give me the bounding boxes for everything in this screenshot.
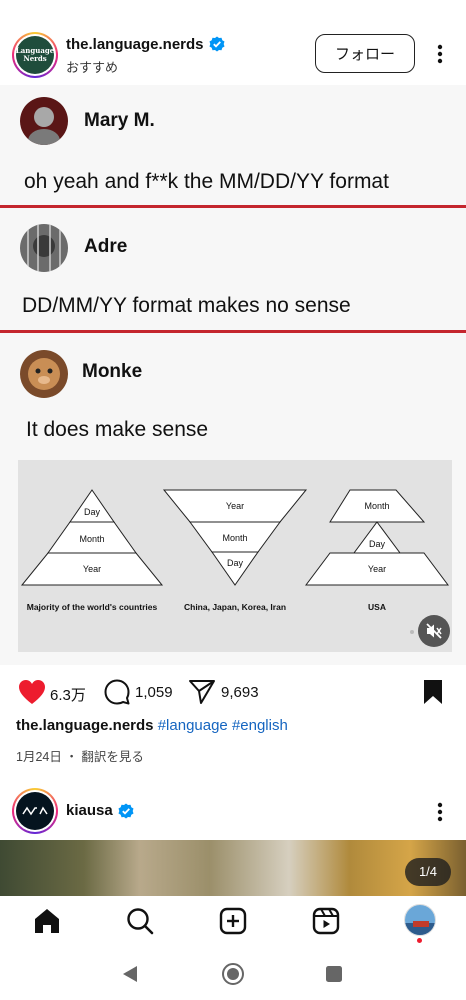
bottom-nav — [0, 896, 466, 948]
diagram-level: Month — [222, 533, 247, 543]
diagram-level: Day — [227, 558, 244, 568]
carousel-dot — [410, 630, 414, 634]
next-post-image[interactable] — [0, 840, 466, 896]
comment-card: Monke It does make sense — [0, 333, 466, 453]
diagram-level: Month — [79, 534, 104, 544]
post-header: Language Nerds the.language.nerds おすすめ フ… — [0, 26, 466, 82]
profile-icon[interactable] — [404, 904, 436, 936]
search-icon[interactable] — [125, 906, 155, 936]
diagram-caption: Majority of the world's countries — [27, 602, 158, 612]
comment-author: Adre — [84, 236, 128, 257]
diagram-level: Year — [368, 564, 386, 574]
avatar — [20, 224, 68, 272]
comment-count[interactable]: 1,059 — [135, 684, 173, 701]
kia-logo-icon — [22, 806, 48, 816]
mute-button[interactable] — [418, 615, 450, 647]
diagram-caption: China, Japan, Korea, Iran — [184, 602, 286, 612]
comment-text: oh yeah and f**k the MM/DD/YY format — [24, 170, 389, 193]
more-options-icon[interactable] — [430, 800, 450, 824]
comment-text: DD/MM/YY format makes no sense — [22, 294, 351, 317]
caption-username[interactable]: the.language.nerds — [16, 717, 154, 734]
more-options-icon[interactable] — [430, 42, 450, 66]
home-icon[interactable] — [32, 906, 62, 936]
account-avatar[interactable] — [12, 788, 58, 834]
heart-filled-icon[interactable] — [18, 679, 46, 705]
create-icon[interactable] — [218, 906, 248, 936]
post-image[interactable]: Mary M. oh yeah and f**k the MM/DD/YY fo… — [0, 85, 466, 665]
back-icon[interactable] — [121, 964, 139, 984]
account-username[interactable]: kiausa — [66, 802, 113, 819]
diagram-level: Year — [83, 564, 101, 574]
verified-icon — [209, 36, 225, 52]
date-format-diagram: Day Month Year Year Month Day Month Day … — [18, 460, 452, 652]
avatar-logo: Language Nerds — [16, 36, 54, 74]
comment-text: It does make sense — [26, 418, 209, 441]
reels-icon[interactable] — [311, 906, 341, 936]
speaker-muted-icon — [426, 623, 442, 639]
like-count[interactable]: 6.3万 — [50, 684, 86, 705]
notification-dot — [417, 938, 422, 943]
verified-icon — [118, 803, 134, 819]
share-icon[interactable] — [188, 679, 216, 705]
comment-icon[interactable] — [104, 679, 130, 705]
follow-button[interactable]: フォロー — [315, 34, 415, 73]
home-circle-icon[interactable] — [221, 962, 245, 986]
comment-card: Mary M. oh yeah and f**k the MM/DD/YY fo… — [0, 85, 466, 205]
system-nav-bar — [0, 948, 466, 1000]
recents-icon[interactable] — [325, 965, 343, 983]
diagram-caption: USA — [368, 602, 386, 612]
comment-author: Mary M. — [84, 110, 155, 131]
account-username[interactable]: the.language.nerds — [66, 36, 204, 53]
post-actions: 6.3万 1,059 9,693 — [0, 674, 466, 710]
diagram-level: Month — [364, 501, 389, 511]
avatar — [20, 350, 68, 398]
post-subtitle: おすすめ — [66, 60, 119, 75]
next-post-header: kiausa — [0, 788, 466, 838]
comment-card: Adre DD/MM/YY format makes no sense — [0, 208, 466, 328]
comment-author: Monke — [82, 361, 143, 382]
post-caption: the.language.nerds #language #english — [16, 717, 288, 734]
diagram-level: Year — [226, 501, 244, 511]
diagram-level: Day — [84, 507, 101, 517]
diagram-level: Day — [369, 539, 386, 549]
post-date: 1月24日 — [16, 750, 62, 764]
post-meta: 1月24日 ・ 翻訳を見る — [16, 750, 144, 764]
carousel-counter: 1/4 — [405, 858, 451, 886]
bookmark-icon[interactable] — [423, 679, 443, 705]
hashtags[interactable]: #language #english — [158, 717, 288, 734]
translate-link[interactable]: 翻訳を見る — [81, 750, 144, 764]
avatar — [20, 97, 68, 145]
account-avatar[interactable]: Language Nerds — [12, 32, 58, 78]
share-count[interactable]: 9,693 — [221, 684, 259, 701]
